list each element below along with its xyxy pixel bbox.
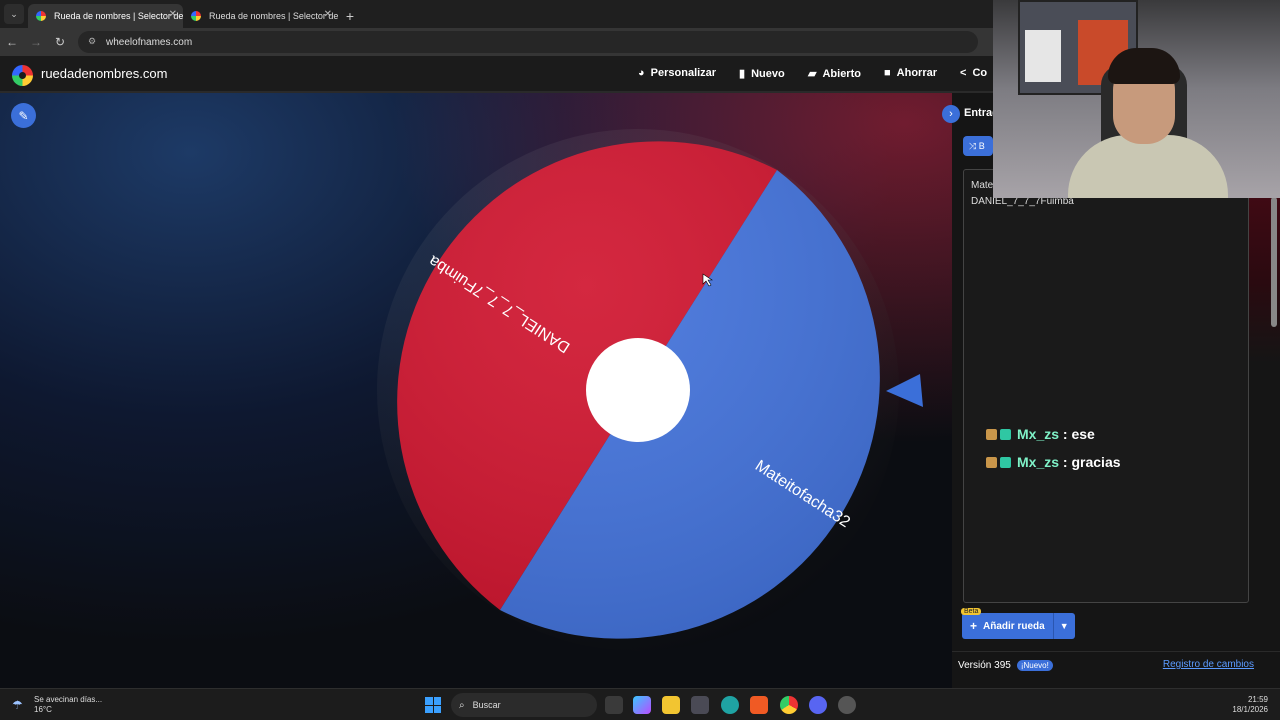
webcam-background-frame xyxy=(1025,30,1061,82)
caret-down-icon[interactable]: ▼ xyxy=(1052,613,1075,639)
search-label: Buscar xyxy=(472,700,501,710)
entries-textarea[interactable]: Mate DANIEL_7_7_7Fuimba xyxy=(963,169,1249,603)
weather-widget[interactable]: ☂ Se avecinan días... 16°C xyxy=(12,695,102,715)
scrollbar[interactable] xyxy=(1271,197,1277,327)
wheel-area: ✎ DANIEL_7_7_7Fuimba Mateitofacha32 xyxy=(0,93,952,688)
chat-user: Mx_zs xyxy=(1017,454,1060,470)
new-button[interactable]: ▮ Nuevo xyxy=(739,67,785,81)
badge-icon xyxy=(1000,428,1011,440)
system-clock[interactable]: 21:59 18/1/2026 xyxy=(1232,695,1268,715)
tab-close-icon[interactable]: ✕ xyxy=(169,9,177,20)
task-view-icon[interactable] xyxy=(605,696,623,714)
chat-text: ese xyxy=(1071,426,1095,442)
share-button[interactable]: < Co xyxy=(960,67,987,79)
beta-badge: Beta xyxy=(961,608,982,615)
chrome-icon[interactable] xyxy=(780,696,798,714)
favicon-icon xyxy=(36,11,46,21)
clock-time: 21:59 xyxy=(1247,695,1268,704)
forward-arrow-icon[interactable]: → xyxy=(24,30,48,54)
shuffle-button[interactable]: ⤨ B xyxy=(963,136,993,156)
shuffle-label: B xyxy=(978,141,985,151)
discord-icon[interactable] xyxy=(809,696,827,714)
version-text: Versión 395 xyxy=(958,660,1011,671)
add-wheel-button[interactable]: + Añadir rueda ▼ xyxy=(962,613,1075,639)
brave-icon[interactable] xyxy=(750,696,768,714)
add-wheel-main[interactable]: + Añadir rueda xyxy=(962,613,1053,639)
copilot-icon[interactable] xyxy=(633,696,651,714)
chat-overlay: Mx_zs : ese Mx_zs : gracias xyxy=(986,420,1121,476)
windows-start-icon[interactable] xyxy=(425,697,441,713)
brand-name[interactable]: ruedadenombres.com xyxy=(41,66,167,81)
weather-line2: 16°C xyxy=(34,705,52,714)
weather-line1: Se avecinan días... xyxy=(34,695,103,704)
weather-icon: ☂ xyxy=(12,698,23,712)
search-icon: ⌕ xyxy=(459,699,465,711)
customize-label: Personalizar xyxy=(650,67,717,79)
open-label: Abierto xyxy=(822,67,861,80)
url-field[interactable]: ⚙ wheelofnames.com xyxy=(78,31,978,53)
changelog-link[interactable]: Registro de cambios xyxy=(1163,659,1254,670)
reload-icon[interactable]: ↻ xyxy=(48,30,72,54)
tab-close-icon[interactable]: ✕ xyxy=(324,9,332,20)
save-icon: ■ xyxy=(884,67,891,79)
shuffle-icon: ⤨ xyxy=(969,140,977,151)
chat-separator: : xyxy=(1059,454,1072,470)
new-badge: ¡Nuevo! xyxy=(1016,660,1053,671)
wheel-center-button[interactable] xyxy=(586,338,690,442)
save-button[interactable]: ■ Ahorrar xyxy=(884,67,937,79)
plus-icon: + xyxy=(970,619,978,633)
badge-icon xyxy=(1000,456,1011,468)
file-explorer-icon[interactable] xyxy=(662,696,680,714)
webcam-person-hair xyxy=(1108,48,1180,84)
chat-message: Mx_zs : gracias xyxy=(986,448,1121,476)
file-icon: ▮ xyxy=(739,68,746,80)
share-label: Co xyxy=(972,67,988,79)
palette-icon: ◕ xyxy=(638,67,645,79)
clock-date: 18/1/2026 xyxy=(1232,705,1268,714)
tab-title: Rueda de nombres | Selector de xyxy=(54,11,183,21)
screen: ⌄ Rueda de nombres | Selector de ✕ Rueda… xyxy=(0,0,1280,720)
customize-button[interactable]: ◕ Personalizar xyxy=(638,67,716,79)
chevron-right-icon[interactable]: › xyxy=(942,105,960,123)
tab-title: Rueda de nombres | Selector de xyxy=(209,11,338,21)
store-icon[interactable] xyxy=(691,696,709,714)
badge-icon xyxy=(986,456,997,468)
taskbar-search[interactable]: ⌕ Buscar xyxy=(451,693,597,717)
chat-user: Mx_zs xyxy=(1017,426,1060,442)
site-info-icon[interactable]: ⚙ xyxy=(88,36,100,48)
taskbar: ☂ Se avecinan días... 16°C ⌕ Buscar 21:5… xyxy=(0,688,1280,720)
webcam-overlay xyxy=(993,0,1280,198)
app-icon[interactable] xyxy=(838,696,856,714)
edge-icon[interactable] xyxy=(721,696,739,714)
open-button[interactable]: ▰ Abierto xyxy=(808,67,861,81)
new-label: Nuevo xyxy=(751,67,785,80)
chat-message: Mx_zs : ese xyxy=(986,420,1121,448)
wheel[interactable]: DANIEL_7_7_7Fuimba Mateitofacha32 xyxy=(0,93,952,688)
share-icon: < xyxy=(960,67,967,79)
chat-text: gracias xyxy=(1071,454,1121,470)
save-label: Ahorrar xyxy=(896,67,937,79)
badge-icon xyxy=(986,428,997,440)
url-text: wheelofnames.com xyxy=(106,36,193,48)
version-footer: Versión 395 ¡Nuevo! Registro de cambios xyxy=(952,651,1280,679)
add-wheel-label: Añadir rueda xyxy=(983,620,1045,632)
webcam-person-body xyxy=(1068,135,1228,198)
back-arrow-icon[interactable]: ← xyxy=(0,30,24,54)
browser-tab-1[interactable]: Rueda de nombres | Selector de ✕ xyxy=(28,4,183,28)
chat-separator: : xyxy=(1059,426,1072,442)
logo-icon[interactable] xyxy=(12,65,33,86)
folder-icon: ▰ xyxy=(808,68,817,80)
browser-tab-2[interactable]: Rueda de nombres | Selector de ✕ xyxy=(183,4,338,28)
new-tab-plus-icon[interactable]: + xyxy=(338,4,362,28)
tab-search-chevron-icon[interactable]: ⌄ xyxy=(4,4,24,24)
favicon-icon xyxy=(191,11,201,21)
